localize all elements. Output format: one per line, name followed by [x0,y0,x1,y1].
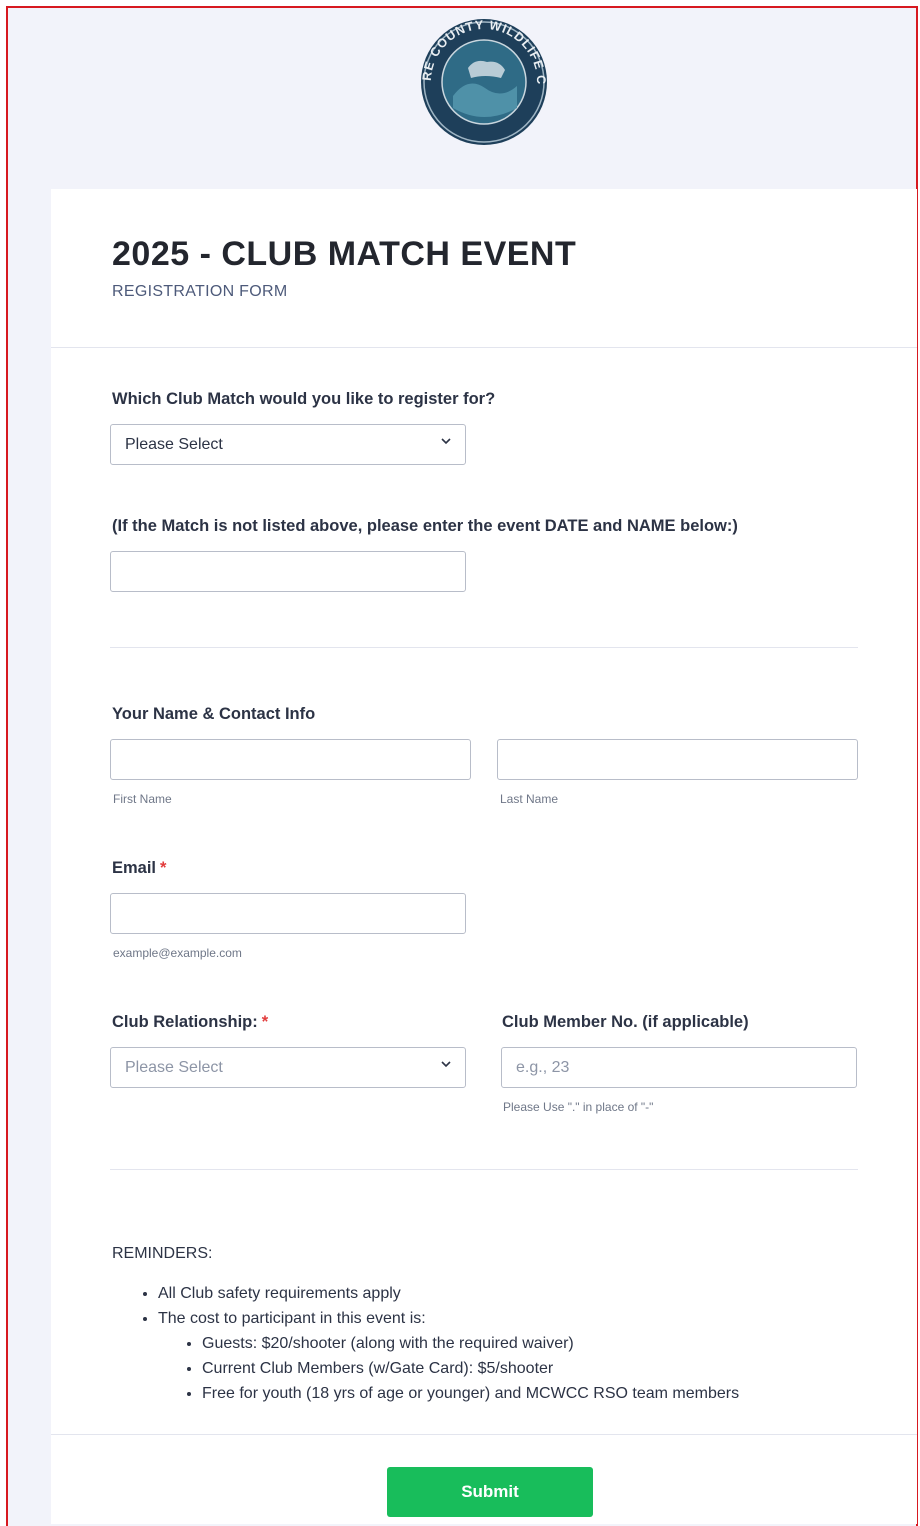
first-name-sublabel: First Name [113,792,172,806]
match-question-label: Which Club Match would you like to regis… [112,390,496,408]
relationship-select-value: Please Select [125,1059,223,1076]
last-name-input[interactable] [497,739,858,780]
cost-list: Guests: $20/shooter (along with the requ… [158,1331,872,1406]
relationship-label-text: Club Relationship: [112,1013,258,1031]
form-subtitle: REGISTRATION FORM [112,283,288,300]
form-header: 2025 - CLUB MATCH EVENT REGISTRATION FOR… [51,189,917,348]
section-divider [110,647,858,648]
other-match-input[interactable] [110,551,466,592]
last-name-sublabel: Last Name [500,792,559,806]
section-divider [110,1169,858,1170]
list-item: All Club safety requirements apply [158,1281,872,1306]
member-no-label: Club Member No. (if applicable) [502,1013,749,1031]
reminders-heading: REMINDERS: [112,1245,213,1262]
club-logo: MOORE COUNTY WILDLIFE CLUB [407,7,555,146]
email-label-text: Email [112,859,157,877]
form-card: 2025 - CLUB MATCH EVENT REGISTRATION FOR… [51,189,917,1524]
member-no-sublabel: Please Use "." in place of "-" [503,1100,654,1114]
email-label: Email * [112,859,166,878]
match-select[interactable]: Please Select [110,424,466,465]
match-select-value: Please Select [125,436,223,453]
reminders-block: REMINDERS: All Club safety requirements … [112,1245,872,1406]
list-item: Free for youth (18 yrs of age or younger… [202,1381,872,1406]
member-no-input[interactable]: e.g., 23 [501,1047,857,1088]
chevron-down-icon [441,1061,451,1068]
other-match-label: (If the Match is not listed above, pleas… [112,517,738,535]
submit-button[interactable]: Submit [387,1467,593,1517]
relationship-select[interactable]: Please Select [110,1047,466,1088]
email-input[interactable] [110,893,466,934]
page-frame: MOORE COUNTY WILDLIFE CLUB 2025 - CLUB M… [6,6,918,1526]
relationship-label: Club Relationship: * [112,1013,268,1032]
reminders-list: All Club safety requirements apply The c… [112,1281,872,1406]
member-no-placeholder: e.g., 23 [516,1059,570,1076]
list-item: The cost to participant in this event is… [158,1306,872,1406]
email-sublabel: example@example.com [113,946,242,960]
list-item: Current Club Members (w/Gate Card): $5/s… [202,1356,872,1381]
footer-divider [51,1434,917,1435]
form-title: 2025 - CLUB MATCH EVENT [112,235,577,273]
list-item-text: The cost to participant in this event is… [158,1310,426,1327]
first-name-input[interactable] [110,739,471,780]
chevron-down-icon [441,438,451,445]
list-item: Guests: $20/shooter (along with the requ… [202,1331,872,1356]
contact-info-label: Your Name & Contact Info [112,705,316,723]
required-marker: * [160,859,167,877]
required-marker: * [261,1013,269,1031]
